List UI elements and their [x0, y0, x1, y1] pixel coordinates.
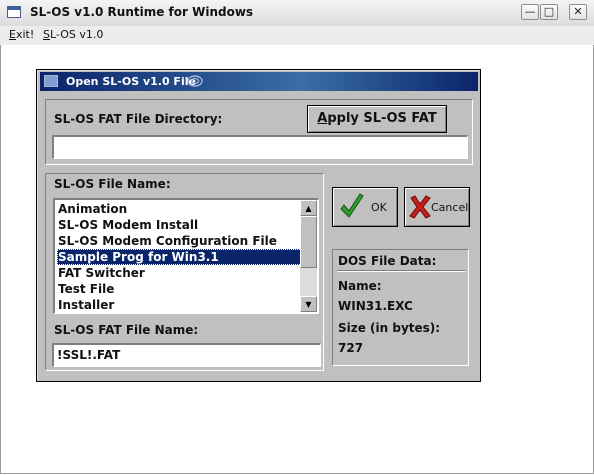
x-cancel-icon — [409, 195, 431, 219]
maximize-button[interactable]: □ — [540, 4, 558, 20]
list-item[interactable]: Installer — [57, 297, 304, 313]
menu-exit[interactable]: Exit! — [9, 28, 34, 41]
dialog-titlebar[interactable]: Open SL-OS v1.0 File — [40, 72, 478, 91]
close-icon: ✕ — [573, 5, 583, 18]
dos-size-label: Size (in bytes): — [338, 321, 441, 335]
dialog-icon — [44, 75, 58, 87]
apply-accel: A — [317, 111, 328, 126]
menubar: Exit! SL-OS v1.0 — [0, 26, 594, 45]
dos-name-value: WIN31.EXC — [338, 299, 413, 313]
dos-separator — [337, 270, 465, 272]
apply-fat-button[interactable]: Apply SL-OS FAT — [307, 105, 447, 133]
list-item[interactable]: SL-OS Modem Install — [57, 217, 304, 233]
scroll-down-button[interactable]: ▼ — [300, 296, 317, 312]
dos-name-label: Name: — [338, 279, 382, 293]
window-title: SL-OS v1.0 Runtime for Windows — [30, 5, 254, 19]
dialog-title: Open SL-OS v1.0 File — [66, 75, 196, 88]
scrollbar-thumb[interactable] — [300, 216, 317, 268]
list-item[interactable]: Test File — [57, 281, 304, 297]
list-item[interactable]: Animation — [57, 201, 304, 217]
list-item-selected[interactable]: Sample Prog for Win3.1 — [57, 249, 304, 265]
menu-exit-accel: E — [9, 28, 16, 41]
maximize-icon: □ — [543, 5, 555, 18]
menu-slos[interactable]: SL-OS v1.0 — [43, 28, 103, 41]
app-icon[interactable] — [7, 6, 21, 18]
ok-button[interactable]: OK — [332, 187, 398, 227]
minimize-icon: — — [524, 5, 536, 18]
cancel-label: Cancel — [431, 201, 469, 214]
dos-size-value: 727 — [338, 341, 364, 355]
window-titlebar[interactable]: SL-OS v1.0 Runtime for Windows — □ ✕ — [0, 0, 594, 27]
fat-directory-input[interactable] — [52, 135, 468, 159]
scroll-up-button[interactable]: ▲ — [300, 200, 317, 216]
scroll-up-arrow-icon: ▲ — [305, 204, 312, 213]
file-listbox[interactable]: Animation SL-OS Modem Install SL-OS Mode… — [53, 198, 319, 314]
menu-slos-label: L-OS v1.0 — [49, 28, 104, 41]
ok-label: OK — [371, 201, 387, 214]
file-name-label: SL-OS File Name: — [54, 177, 171, 191]
scroll-down-arrow-icon: ▼ — [305, 300, 312, 309]
minimize-button[interactable]: — — [521, 4, 539, 20]
fat-file-name-label: SL-OS FAT File Name: — [54, 323, 199, 337]
list-item[interactable]: SL-OS Modem Configuration File — [57, 233, 304, 249]
apply-label: pply SL-OS FAT — [327, 111, 437, 126]
checkmark-icon — [340, 193, 364, 218]
list-item[interactable]: FAT Switcher — [57, 265, 304, 281]
fat-directory-label: SL-OS FAT File Directory: — [54, 112, 223, 126]
swirl-logo-icon — [187, 75, 203, 87]
cancel-button[interactable]: Cancel — [404, 187, 470, 227]
close-button[interactable]: ✕ — [569, 4, 587, 20]
fat-file-name-input[interactable]: !SSL!.FAT — [52, 343, 321, 367]
menu-exit-label: xit! — [15, 28, 35, 41]
menu-slos-accel: S — [43, 28, 50, 41]
dos-data-header: DOS File Data: — [338, 254, 437, 268]
